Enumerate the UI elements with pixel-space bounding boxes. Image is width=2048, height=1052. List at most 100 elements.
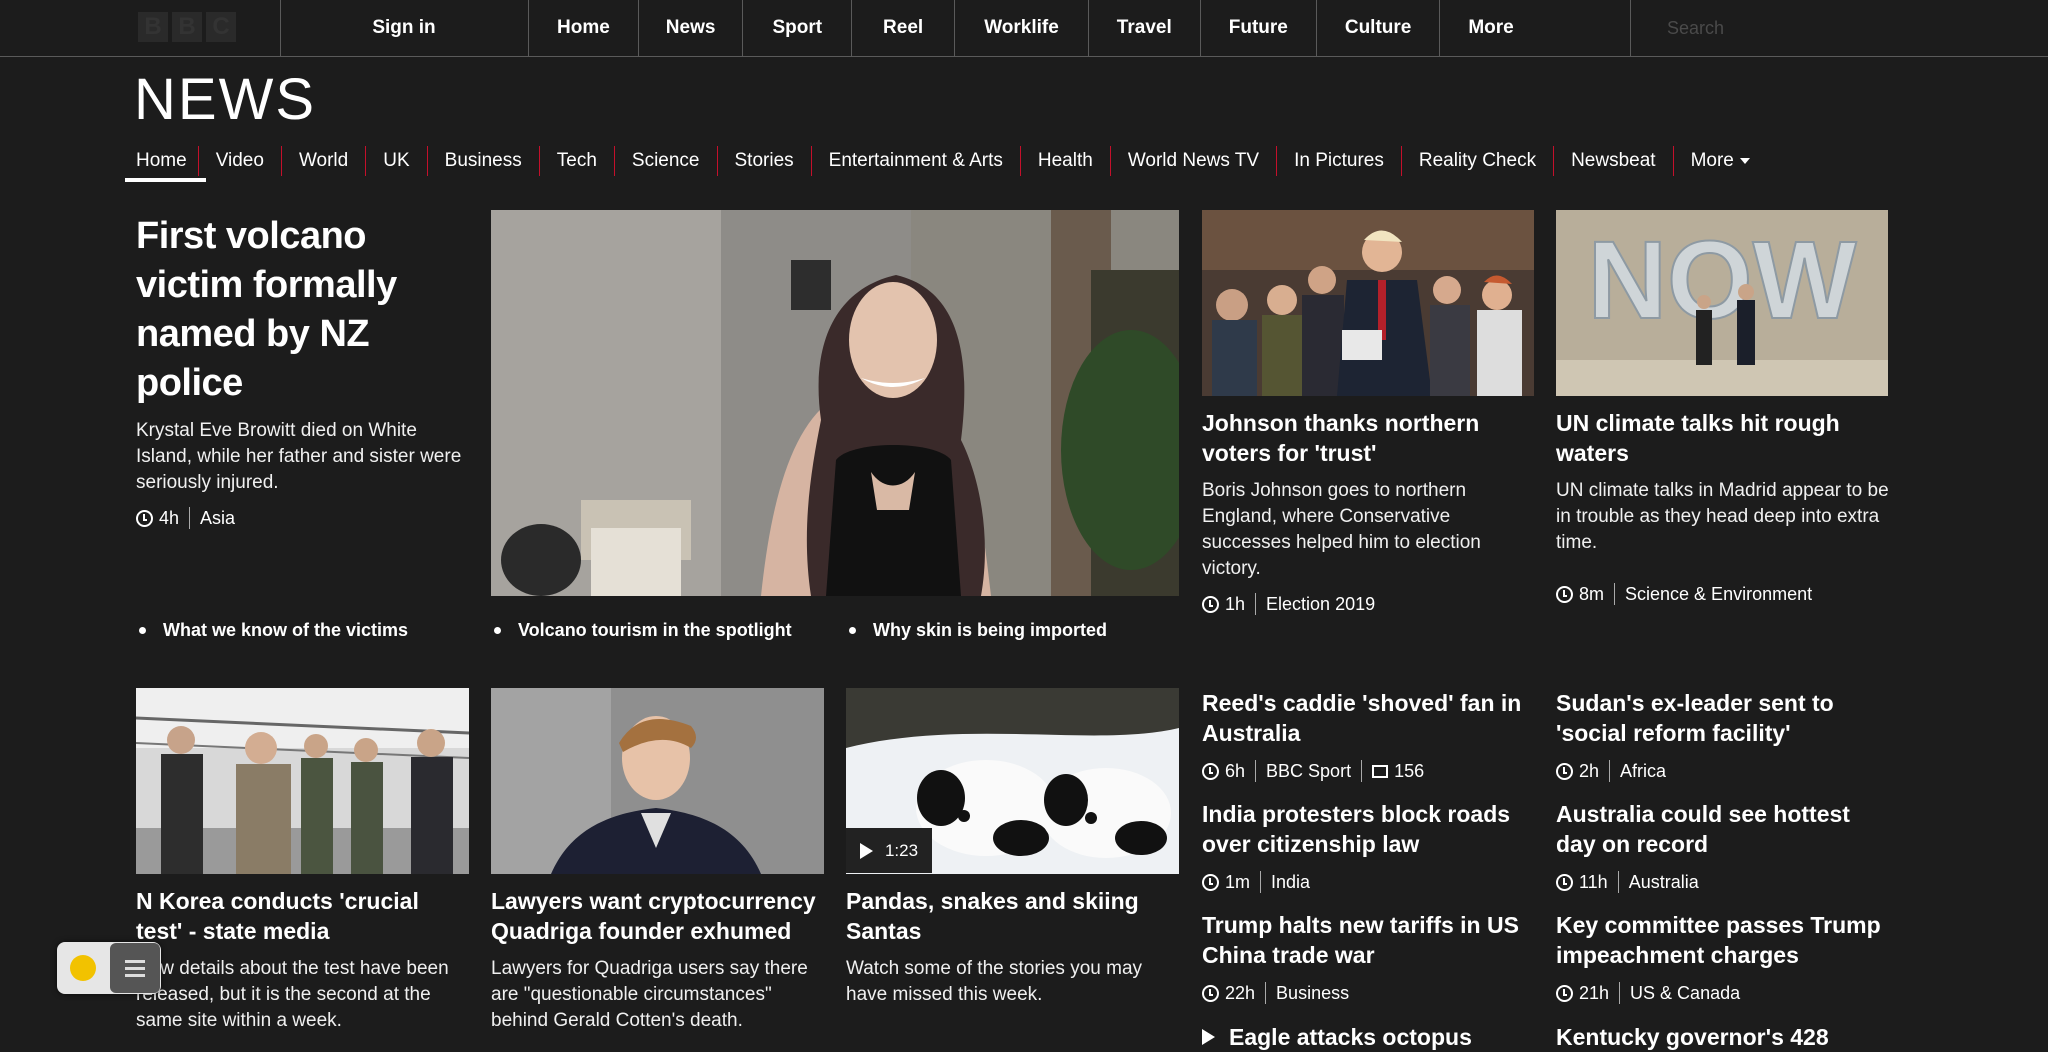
section-tab-world-news-tv[interactable]: World News TV	[1109, 146, 1276, 176]
video-story-headline[interactable]: Eagle attacks octopus	[1202, 1022, 1535, 1052]
story-headline[interactable]: Lawyers want cryptocurrency Quadriga fou…	[491, 886, 824, 946]
divider	[1619, 982, 1621, 1004]
chevron-down-icon	[1739, 157, 1750, 164]
clock-icon	[1202, 762, 1219, 780]
more-label: More	[1690, 150, 1734, 171]
global-nav-worklife[interactable]: Worklife	[954, 0, 1088, 56]
bullet-icon	[494, 627, 501, 634]
related-link-label: What we know of the victims	[163, 620, 409, 640]
comment-count[interactable]: 156	[1394, 760, 1424, 782]
lead-story-image[interactable]	[491, 210, 1179, 596]
global-nav-culture[interactable]: Culture	[1315, 0, 1440, 56]
story-headline[interactable]: Trump halts new tariffs in US China trad…	[1202, 910, 1535, 970]
climate-talks-image: NOW	[1556, 210, 1888, 396]
section-link[interactable]: Africa	[1620, 760, 1666, 782]
timestamp: 6h	[1225, 761, 1246, 781]
section-tab-stories[interactable]: Stories	[716, 146, 811, 176]
story-image[interactable]: NOW	[1556, 210, 1888, 396]
clock-icon	[136, 509, 153, 527]
story-headline[interactable]: Reed's caddie 'shoved' fan in Australia	[1202, 688, 1535, 748]
clock-icon	[1556, 762, 1573, 780]
section-tab-science[interactable]: Science	[613, 146, 717, 176]
search-input[interactable]	[1665, 16, 1969, 40]
news-section-nav: Home Video World UK Business Tech Scienc…	[125, 146, 1767, 182]
headline-text: Eagle attacks octopus	[1229, 1024, 1472, 1050]
story-headline[interactable]: Pandas, snakes and skiing Santas	[846, 886, 1179, 946]
story-headline[interactable]: India protesters block roads over citize…	[1202, 799, 1535, 859]
section-tab-health[interactable]: Health	[1019, 146, 1110, 176]
global-nav: Home News Sport Reel Worklife Travel Fut…	[528, 0, 1542, 56]
section-link[interactable]: Australia	[1629, 871, 1699, 893]
story-meta: 1h Election 2019	[1202, 593, 1375, 615]
story-headline[interactable]: Key committee passes Trump impeachment c…	[1556, 910, 1889, 970]
global-nav-travel[interactable]: Travel	[1087, 0, 1200, 56]
section-tab-tech[interactable]: Tech	[538, 146, 614, 176]
section-tab-uk[interactable]: UK	[365, 146, 426, 176]
bullet-icon	[849, 627, 856, 634]
divider	[1255, 760, 1257, 782]
now-sign-text: NOW	[1588, 219, 1857, 342]
story-image[interactable]	[491, 688, 824, 874]
section-tab-in-pictures[interactable]: In Pictures	[1276, 146, 1401, 176]
video-duration-badge[interactable]: 1:23	[846, 828, 932, 873]
timestamp: 21h	[1579, 983, 1610, 1003]
section-link[interactable]: Science & Environment	[1625, 583, 1812, 605]
timestamp: 8m	[1579, 584, 1605, 604]
section-link[interactable]: BBC Sport	[1266, 760, 1351, 782]
related-link-label: Why skin is being imported	[873, 620, 1108, 640]
story-headline[interactable]: Australia could see hottest day on recor…	[1556, 799, 1889, 859]
section-link[interactable]: Asia	[200, 507, 235, 529]
lead-story-headline[interactable]: First volcano victim formally named by N…	[136, 212, 466, 408]
bbc-logo[interactable]: B B C	[138, 12, 236, 42]
timestamp: 4h	[159, 508, 180, 528]
related-link[interactable]: Why skin is being imported	[849, 620, 1107, 641]
section-link[interactable]: US & Canada	[1630, 982, 1740, 1004]
bbc-logo-block-c: C	[206, 12, 236, 42]
global-nav-future[interactable]: Future	[1199, 0, 1316, 56]
story-summary: Boris Johnson goes to northern England, …	[1202, 480, 1481, 579]
section-link[interactable]: India	[1271, 871, 1310, 893]
search-box	[1630, 0, 2048, 56]
divider	[1614, 583, 1616, 605]
related-link[interactable]: What we know of the victims	[139, 620, 408, 641]
timestamp: 22h	[1225, 983, 1256, 1003]
section-tab-world[interactable]: World	[280, 146, 365, 176]
story-summary: Lawyers for Quadriga users say there are…	[491, 958, 808, 1031]
section-link[interactable]: Election 2019	[1266, 593, 1375, 615]
timestamp: 2h	[1579, 761, 1600, 781]
bullet-icon	[139, 627, 146, 634]
story-image[interactable]	[136, 688, 469, 874]
section-link[interactable]: Business	[1276, 982, 1349, 1004]
section-tab-more[interactable]: More	[1672, 146, 1767, 176]
global-nav-reel[interactable]: Reel	[851, 0, 954, 56]
timestamp: 1m	[1225, 872, 1251, 892]
section-tab-reality-check[interactable]: Reality Check	[1400, 146, 1553, 176]
section-tab-newsbeat[interactable]: Newsbeat	[1553, 146, 1673, 176]
story-meta: 11h Australia	[1556, 871, 1699, 893]
story-headline[interactable]: Sudan's ex-leader sent to 'social reform…	[1556, 688, 1889, 748]
sign-in-link[interactable]: Sign in	[281, 0, 527, 56]
story-headline[interactable]: N Korea conducts 'crucial test' - state …	[136, 886, 469, 946]
bbc-logo-block-b1: B	[138, 12, 168, 42]
story-headline[interactable]: UN climate talks hit rough waters	[1556, 408, 1889, 468]
global-nav-news[interactable]: News	[637, 0, 743, 56]
story-meta: 8m Science & Environment	[1556, 583, 1812, 605]
story-headline[interactable]: Johnson thanks northern voters for 'trus…	[1202, 408, 1535, 468]
divider	[1255, 593, 1257, 615]
section-tab-home[interactable]: Home	[125, 146, 206, 182]
menu-icon[interactable]	[110, 943, 160, 993]
story-headline[interactable]: Kentucky governor's 428	[1556, 1022, 1889, 1052]
section-tab-business[interactable]: Business	[426, 146, 539, 176]
sign-in-label: Sign in	[372, 17, 436, 38]
man-portrait-image	[491, 688, 824, 874]
news-logo[interactable]: NEWS	[134, 68, 316, 132]
section-tab-entertainment-arts[interactable]: Entertainment & Arts	[810, 146, 1020, 176]
weather-icon[interactable]	[57, 942, 109, 994]
global-nav-more[interactable]: More	[1439, 0, 1541, 56]
global-nav-home[interactable]: Home	[528, 0, 638, 56]
related-link[interactable]: Volcano tourism in the spotlight	[494, 620, 792, 641]
section-tab-video[interactable]: Video	[197, 146, 281, 176]
story-meta: 6h BBC Sport 156	[1202, 760, 1424, 782]
story-image[interactable]	[1202, 210, 1534, 396]
global-nav-sport[interactable]: Sport	[742, 0, 851, 56]
